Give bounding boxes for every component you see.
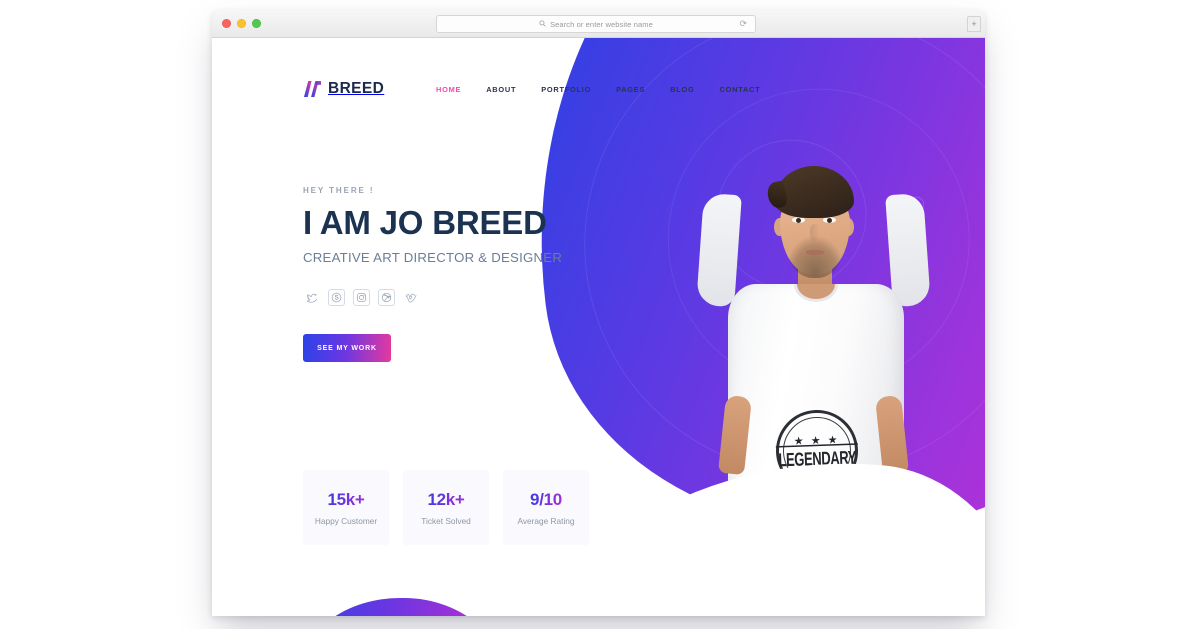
dribbble-icon[interactable]	[378, 289, 395, 306]
new-tab-button[interactable]: +	[967, 16, 981, 32]
model-tshirt: ★ ★ ★ LEGENDARY	[728, 284, 904, 494]
hero-stats-row: 15k+ Happy Customer 12k+ Ticket Solved 9…	[303, 470, 589, 545]
hero-social-links	[303, 289, 420, 306]
stat-value: 12k+	[427, 489, 465, 509]
new-tab-label: +	[971, 18, 977, 29]
instagram-icon[interactable]	[353, 289, 370, 306]
stat-label: Average Rating	[517, 515, 575, 526]
model-beard	[786, 236, 844, 278]
hero-title: I AM JO BREED	[303, 204, 547, 241]
model-nose	[810, 224, 819, 242]
page-viewport: ★ ★ ★ LEGENDARY BREED HOME ABOUT PORTFOL…	[212, 38, 985, 616]
address-bar-content: Search or enter website name	[539, 20, 653, 29]
site-header	[212, 38, 985, 92]
hero-model-photo: ★ ★ ★ LEGENDARY	[696, 166, 931, 498]
browser-window: Search or enter website name ⟳ + ★ ★ ★ L…	[212, 10, 985, 616]
stat-card-ticket-solved: 12k+ Ticket Solved	[403, 470, 489, 545]
stat-label: Ticket Solved	[421, 515, 471, 526]
reload-icon[interactable]: ⟳	[739, 19, 747, 30]
window-controls	[222, 19, 261, 28]
hero-copy: HEY THERE ! I AM JO BREED CREATIVE ART D…	[303, 186, 562, 265]
hero-eyebrow: HEY THERE !	[303, 186, 375, 195]
minimize-window-button[interactable]	[237, 19, 246, 28]
model-sleeve-left	[696, 192, 742, 308]
vimeo-icon[interactable]	[403, 289, 420, 306]
close-window-button[interactable]	[222, 19, 231, 28]
hero-subtitle: CREATIVE ART DIRECTOR & DESIGNER	[303, 249, 563, 265]
maximize-window-button[interactable]	[252, 19, 261, 28]
model-hair	[774, 166, 854, 218]
model-collar	[794, 284, 838, 302]
twitter-icon[interactable]	[303, 289, 320, 306]
model-eye-right	[823, 217, 836, 223]
address-bar-placeholder: Search or enter website name	[550, 19, 653, 29]
stat-label: Happy Customer	[314, 515, 378, 526]
stat-value: 9/10	[530, 489, 562, 509]
stat-card-average-rating: 9/10 Average Rating	[503, 470, 589, 545]
stat-card-happy-customer: 15k+ Happy Customer	[303, 470, 389, 545]
skype-icon[interactable]	[328, 289, 345, 306]
see-my-work-button[interactable]: SEE MY WORK	[303, 334, 391, 362]
search-icon	[539, 19, 546, 29]
address-bar[interactable]: Search or enter website name ⟳	[436, 15, 756, 33]
model-mouth	[806, 250, 824, 255]
stat-value: 15k+	[327, 489, 365, 509]
browser-titlebar: Search or enter website name ⟳ +	[212, 10, 985, 38]
